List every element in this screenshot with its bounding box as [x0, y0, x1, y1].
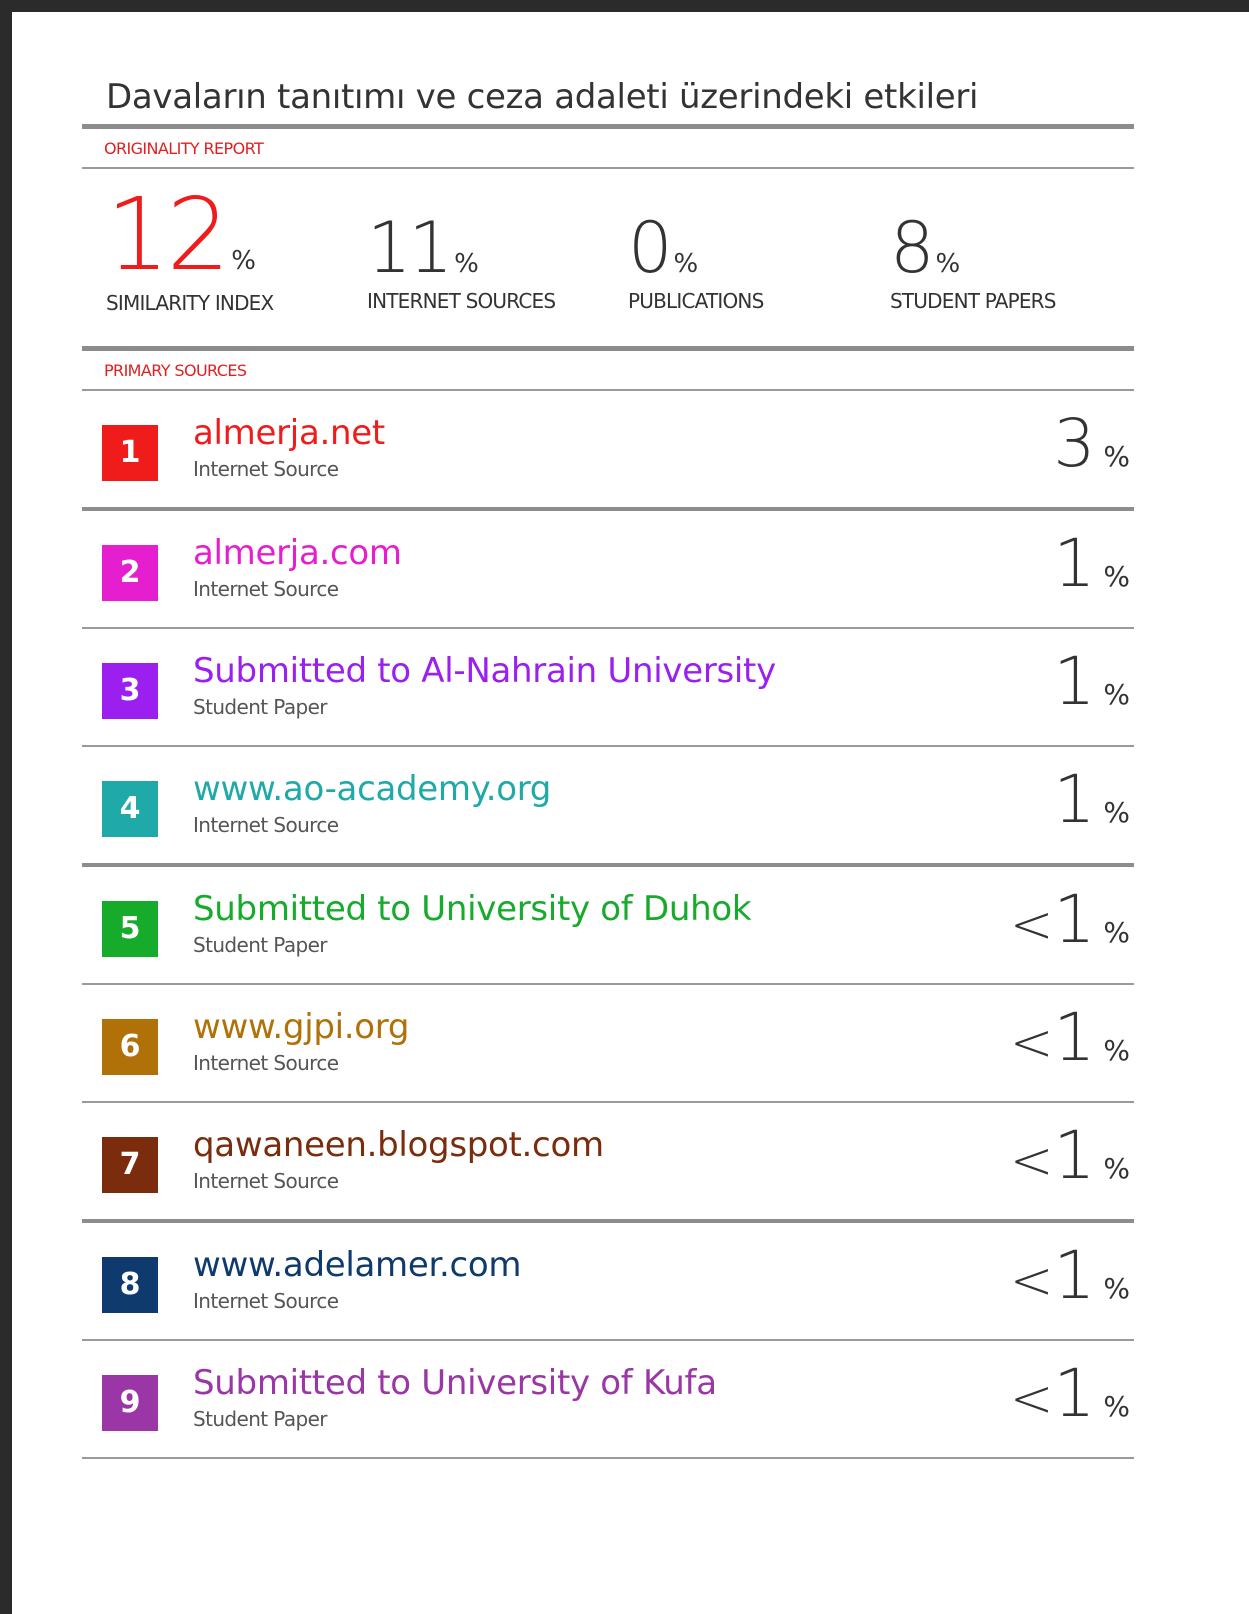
internet-sources-stat: 11% INTERNET SOURCES [367, 207, 556, 313]
report-content: Davaların tanıtımı ve ceza adaleti üzeri… [82, 70, 1134, 1459]
percent-sign: % [1103, 678, 1130, 711]
originality-report-label: ORIGINALITY REPORT [104, 139, 264, 158]
primary-sources-label: PRIMARY SOURCES [104, 361, 247, 380]
page-frame-left [0, 0, 12, 1614]
publications-value: 0 [628, 207, 673, 289]
internet-sources-label: INTERNET SOURCES [367, 289, 556, 313]
percent-sign: % [231, 246, 256, 276]
percent-sign: % [1103, 1390, 1130, 1423]
source-rank-badge: 7 [102, 1137, 158, 1193]
percent-sign: % [1103, 916, 1130, 949]
source-name-link[interactable]: www.ao-academy.org [193, 769, 551, 809]
source-percentage-value: 1 [1053, 999, 1096, 1076]
source-type: Student Paper [193, 1407, 328, 1431]
source-name-link[interactable]: almerja.com [193, 533, 402, 573]
source-row-5: 5 Submitted to University of Duhok Stude… [82, 867, 1134, 983]
source-rank-badge: 1 [102, 425, 158, 481]
source-type: Student Paper [193, 933, 328, 957]
source-percentage-value: 1 [1053, 525, 1096, 602]
publications-label: PUBLICATIONS [628, 289, 764, 313]
student-papers-stat: 8% STUDENT PAPERS [890, 213, 1056, 313]
percent-sign: % [673, 249, 699, 279]
source-name-link[interactable]: almerja.net [193, 413, 385, 453]
originality-stats: 12% SIMILARITY INDEX 11% INTERNET SOURCE… [82, 169, 1134, 346]
source-percentage-value: 1 [1053, 1237, 1096, 1314]
source-percentage: 1% [1053, 649, 1130, 715]
source-rank-badge: 2 [102, 545, 158, 601]
source-rank-badge: 9 [102, 1375, 158, 1431]
source-percentage-value: 1 [1053, 643, 1096, 720]
similarity-index-label: SIMILARITY INDEX [106, 291, 274, 315]
source-rank-badge: 6 [102, 1019, 158, 1075]
source-name-link[interactable]: Submitted to University of Kufa [193, 1363, 717, 1403]
percent-sign: % [935, 249, 961, 279]
source-percentage: <1% [1010, 1005, 1130, 1071]
source-row-2: 2 almerja.com Internet Source 1% [82, 511, 1134, 627]
less-than-sign: < [1009, 1251, 1054, 1311]
source-name-link[interactable]: www.adelamer.com [193, 1245, 522, 1285]
less-than-sign: < [1009, 1131, 1054, 1191]
source-percentage-value: 1 [1053, 881, 1096, 958]
source-percentage: 1% [1053, 531, 1130, 597]
source-row-9: 9 Submitted to University of Kufa Studen… [82, 1341, 1134, 1457]
source-percentage: <1% [1010, 1123, 1130, 1189]
source-row-1: 1 almerja.net Internet Source 3% [82, 391, 1134, 507]
source-name-link[interactable]: www.gjpi.org [193, 1007, 409, 1047]
source-type: Internet Source [193, 1051, 339, 1075]
percent-sign: % [1103, 1034, 1130, 1067]
report-page: Davaların tanıtımı ve ceza adaleti üzeri… [0, 0, 1249, 1614]
source-percentage: 3% [1053, 411, 1130, 477]
source-rank-badge: 4 [102, 781, 158, 837]
less-than-sign: < [1009, 895, 1054, 955]
source-percentage-value: 1 [1053, 761, 1096, 838]
source-percentage: <1% [1010, 1361, 1130, 1427]
source-type: Internet Source [193, 813, 339, 837]
source-name-link[interactable]: Submitted to University of Duhok [193, 889, 752, 929]
source-row-7: 7 qawaneen.blogspot.com Internet Source … [82, 1103, 1134, 1219]
source-row-4: 4 www.ao-academy.org Internet Source 1% [82, 747, 1134, 863]
source-name-link[interactable]: Submitted to Al-Nahrain University [193, 651, 776, 691]
percent-sign: % [1103, 560, 1130, 593]
percent-sign: % [1103, 440, 1130, 473]
source-name-link[interactable]: qawaneen.blogspot.com [193, 1125, 604, 1165]
source-type: Internet Source [193, 1289, 339, 1313]
source-percentage-value: 1 [1053, 1355, 1096, 1432]
source-rank-badge: 3 [102, 663, 158, 719]
less-than-sign: < [1009, 1369, 1054, 1429]
similarity-index-value: 12 [106, 176, 230, 293]
source-percentage-value: 3 [1053, 405, 1096, 482]
primary-sources-list: 1 almerja.net Internet Source 3% 2 almer… [82, 391, 1134, 1459]
source-percentage: <1% [1010, 1243, 1130, 1309]
source-rank-badge: 8 [102, 1257, 158, 1313]
source-row-6: 6 www.gjpi.org Internet Source <1% [82, 985, 1134, 1101]
source-rank-badge: 5 [102, 901, 158, 957]
internet-sources-value: 11 [367, 207, 453, 289]
source-percentage: 1% [1053, 767, 1130, 833]
source-type: Student Paper [193, 695, 328, 719]
source-divider [82, 1457, 1134, 1459]
percent-sign: % [1103, 1272, 1130, 1305]
page-frame-top [0, 0, 1249, 12]
percent-sign: % [1103, 796, 1130, 829]
source-percentage: <1% [1010, 887, 1130, 953]
source-row-3: 3 Submitted to Al-Nahrain University Stu… [82, 629, 1134, 745]
percent-sign: % [1103, 1152, 1130, 1185]
source-row-8: 8 www.adelamer.com Internet Source <1% [82, 1223, 1134, 1339]
source-percentage-value: 1 [1053, 1117, 1096, 1194]
similarity-index-stat: 12% SIMILARITY INDEX [106, 176, 274, 316]
source-type: Internet Source [193, 1169, 339, 1193]
student-papers-label: STUDENT PAPERS [890, 289, 1056, 313]
less-than-sign: < [1009, 1013, 1054, 1073]
percent-sign: % [454, 249, 479, 279]
document-title: Davaların tanıtımı ve ceza adaleti üzeri… [106, 77, 979, 117]
publications-stat: 0% PUBLICATIONS [628, 207, 764, 313]
student-papers-value: 8 [890, 207, 935, 289]
source-type: Internet Source [193, 577, 339, 601]
source-type: Internet Source [193, 457, 339, 481]
